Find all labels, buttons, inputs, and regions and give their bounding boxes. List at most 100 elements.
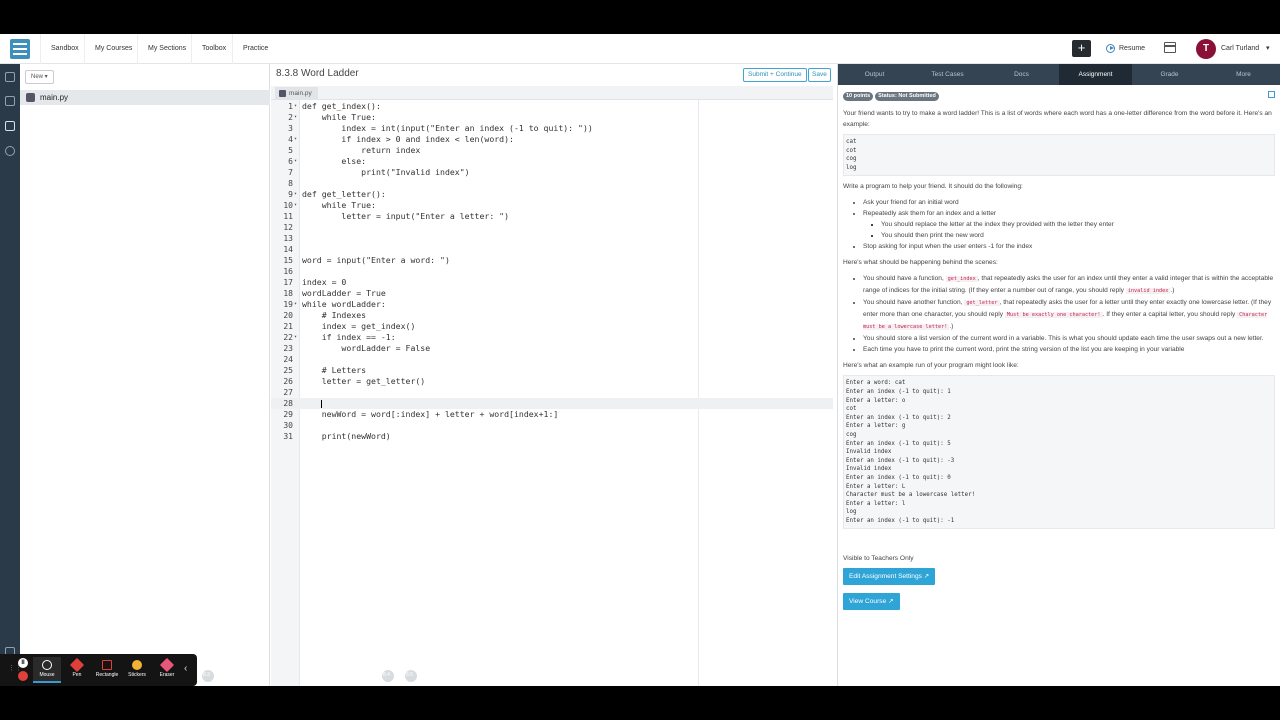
code-line[interactable]: 29 newWord = word[:index] + letter + wor… [271,409,833,420]
tool-mouse[interactable]: Mouse [33,657,61,683]
code-line[interactable]: 17 index = 0 [271,277,833,288]
nav-my-sections[interactable]: My Sections [137,34,196,64]
assignment-content: 10 points Status: Not Submitted Your frie… [843,92,1275,611]
stop-record-button[interactable] [18,671,28,681]
example-run-block: Enter a word: cat Enter an index (-1 to … [843,375,1275,530]
save-button[interactable]: Save [808,68,831,82]
fold-arrow-icon[interactable]: ▾ [294,299,297,310]
collapse-toolbar-button[interactable]: ‹ [184,663,187,674]
line-number: 26 [283,377,293,386]
code-line[interactable]: 5 return index [271,145,833,156]
fold-arrow-icon[interactable]: ▾ [294,200,297,211]
user-name[interactable]: Carl Turland [1221,34,1259,64]
code-line[interactable]: 21 index = get_index() [271,321,833,332]
code-line[interactable]: 14 [271,244,833,255]
code-line[interactable]: 9 ▾ def get_letter(): [271,189,833,200]
code-line[interactable]: 18 wordLadder = True [271,288,833,299]
code-line[interactable]: 6 ▾ else: [271,156,833,167]
code-line[interactable]: 22 ▾ if index == -1: [271,332,833,343]
line-number: 6 [288,157,293,166]
tab-main-py[interactable]: main.py [275,87,318,100]
code-line[interactable]: 3 index = int(input("Enter an index (-1 … [271,123,833,134]
list-item: You should then print the new word [881,230,1275,241]
code-line[interactable]: 27 [271,387,833,398]
tab-assignment[interactable]: Assignment [1059,64,1132,85]
code-line[interactable]: 7 print("Invalid index") [271,167,833,178]
code-line[interactable]: 12 [271,222,833,233]
code-text: index = int(input("Enter an index (-1 to… [302,123,593,133]
nav-my-courses[interactable]: My Courses [84,34,142,64]
folder-icon[interactable] [5,96,15,106]
code-line[interactable]: 28 [271,398,833,409]
code-line[interactable]: 20 # Indexes [271,310,833,321]
code-line[interactable]: 26 letter = get_letter() [271,376,833,387]
code-line[interactable]: 8 [271,178,833,189]
fold-arrow-icon[interactable]: ▾ [294,189,297,200]
code-line[interactable]: 4 ▾ if index > 0 and index < len(word): [271,134,833,145]
list-item: You should replace the letter at the ind… [881,219,1275,230]
line-number: 14 [283,245,293,254]
code-line[interactable]: 19 ▾ while wordLadder: [271,299,833,310]
submit-continue-button[interactable]: Submit + Continue [743,68,807,82]
nav-practice[interactable]: Practice [232,34,278,64]
ghost-label: 8.3 [203,672,210,678]
tool-label: Mouse [39,672,55,678]
fold-arrow-icon[interactable]: ▾ [294,101,297,112]
code-line[interactable]: 2 ▾ while True: [271,112,833,123]
fold-arrow-icon[interactable]: ▾ [294,134,297,145]
tab-grade[interactable]: Grade [1133,64,1206,85]
line-number: 5 [288,146,293,155]
tab-test-cases[interactable]: Test Cases [911,64,984,85]
tool-eraser[interactable]: Eraser [153,657,181,683]
nav-toolbox[interactable]: Toolbox [191,34,236,64]
view-course-button[interactable]: View Course ↗ [843,593,900,611]
code-line[interactable]: 30 [271,420,833,431]
codehs-logo-icon[interactable] [10,39,30,59]
code-line[interactable]: 16 [271,266,833,277]
code-line[interactable]: 31 print(newWord) [271,431,833,442]
code-text: while wordLadder: [302,299,386,309]
line-number: 3 [288,124,293,133]
code-line[interactable]: 10 ▾ while True: [271,200,833,211]
resume-button[interactable]: Resume [1106,42,1145,56]
edit-assignment-settings-button[interactable]: Edit Assignment Settings ↗ [843,568,936,586]
tool-pen[interactable]: Pen [63,657,91,683]
code-text: while True: [302,112,376,122]
avatar[interactable]: T [1196,39,1216,59]
line-number: 29 [283,410,293,419]
chevron-down-icon[interactable]: ▾ [1266,34,1270,64]
fold-arrow-icon[interactable]: ▾ [294,332,297,343]
code-line[interactable]: 23 wordLadder = False [271,343,833,354]
tab-output[interactable]: Output [838,64,911,85]
assignment-title: 8.3.8 Word Ladder [276,68,359,79]
code-line[interactable]: 1 ▾ def get_index(): [271,101,833,112]
tab-docs[interactable]: Docs [985,64,1058,85]
code-line[interactable]: 24 [271,354,833,365]
pause-button[interactable]: II [18,658,28,668]
tool-rectangle[interactable]: Rectangle [93,657,121,683]
broadcast-icon[interactable] [5,72,15,82]
line-number: 17 [283,278,293,287]
file-item-main-py[interactable]: main.py [20,90,270,105]
ghost-label: 8.5 [406,672,413,678]
tool-stickers[interactable]: Stickers [123,657,151,683]
status-badge: Status: Not Submitted [875,92,939,101]
calendar-icon[interactable] [1164,42,1176,53]
code-line[interactable]: 11 letter = input("Enter a letter: ") [271,211,833,222]
create-plus-button[interactable]: + [1072,40,1091,57]
line-number: 30 [283,421,293,430]
code-area[interactable]: 1 ▾ def get_index(): 2 ▾ while True: 3 index … [271,101,833,442]
tool-label: Rectangle [95,672,119,678]
new-file-button[interactable]: New ▾ [25,70,54,84]
code-line[interactable]: 13 [271,233,833,244]
run-intro: Here's what an example run of your progr… [843,362,1019,370]
fold-arrow-icon[interactable]: ▾ [294,156,297,167]
code-line[interactable]: 25 # Letters [271,365,833,376]
gear-icon[interactable] [5,146,15,156]
nav-sandbox[interactable]: Sandbox [40,34,89,64]
code-icon[interactable] [5,121,15,131]
fold-arrow-icon[interactable]: ▾ [294,112,297,123]
right-panel-tabs: Output Test Cases Docs Assignment Grade … [838,64,1280,85]
code-line[interactable]: 15 word = input("Enter a word: ") [271,255,833,266]
tab-more[interactable]: More [1207,64,1280,85]
